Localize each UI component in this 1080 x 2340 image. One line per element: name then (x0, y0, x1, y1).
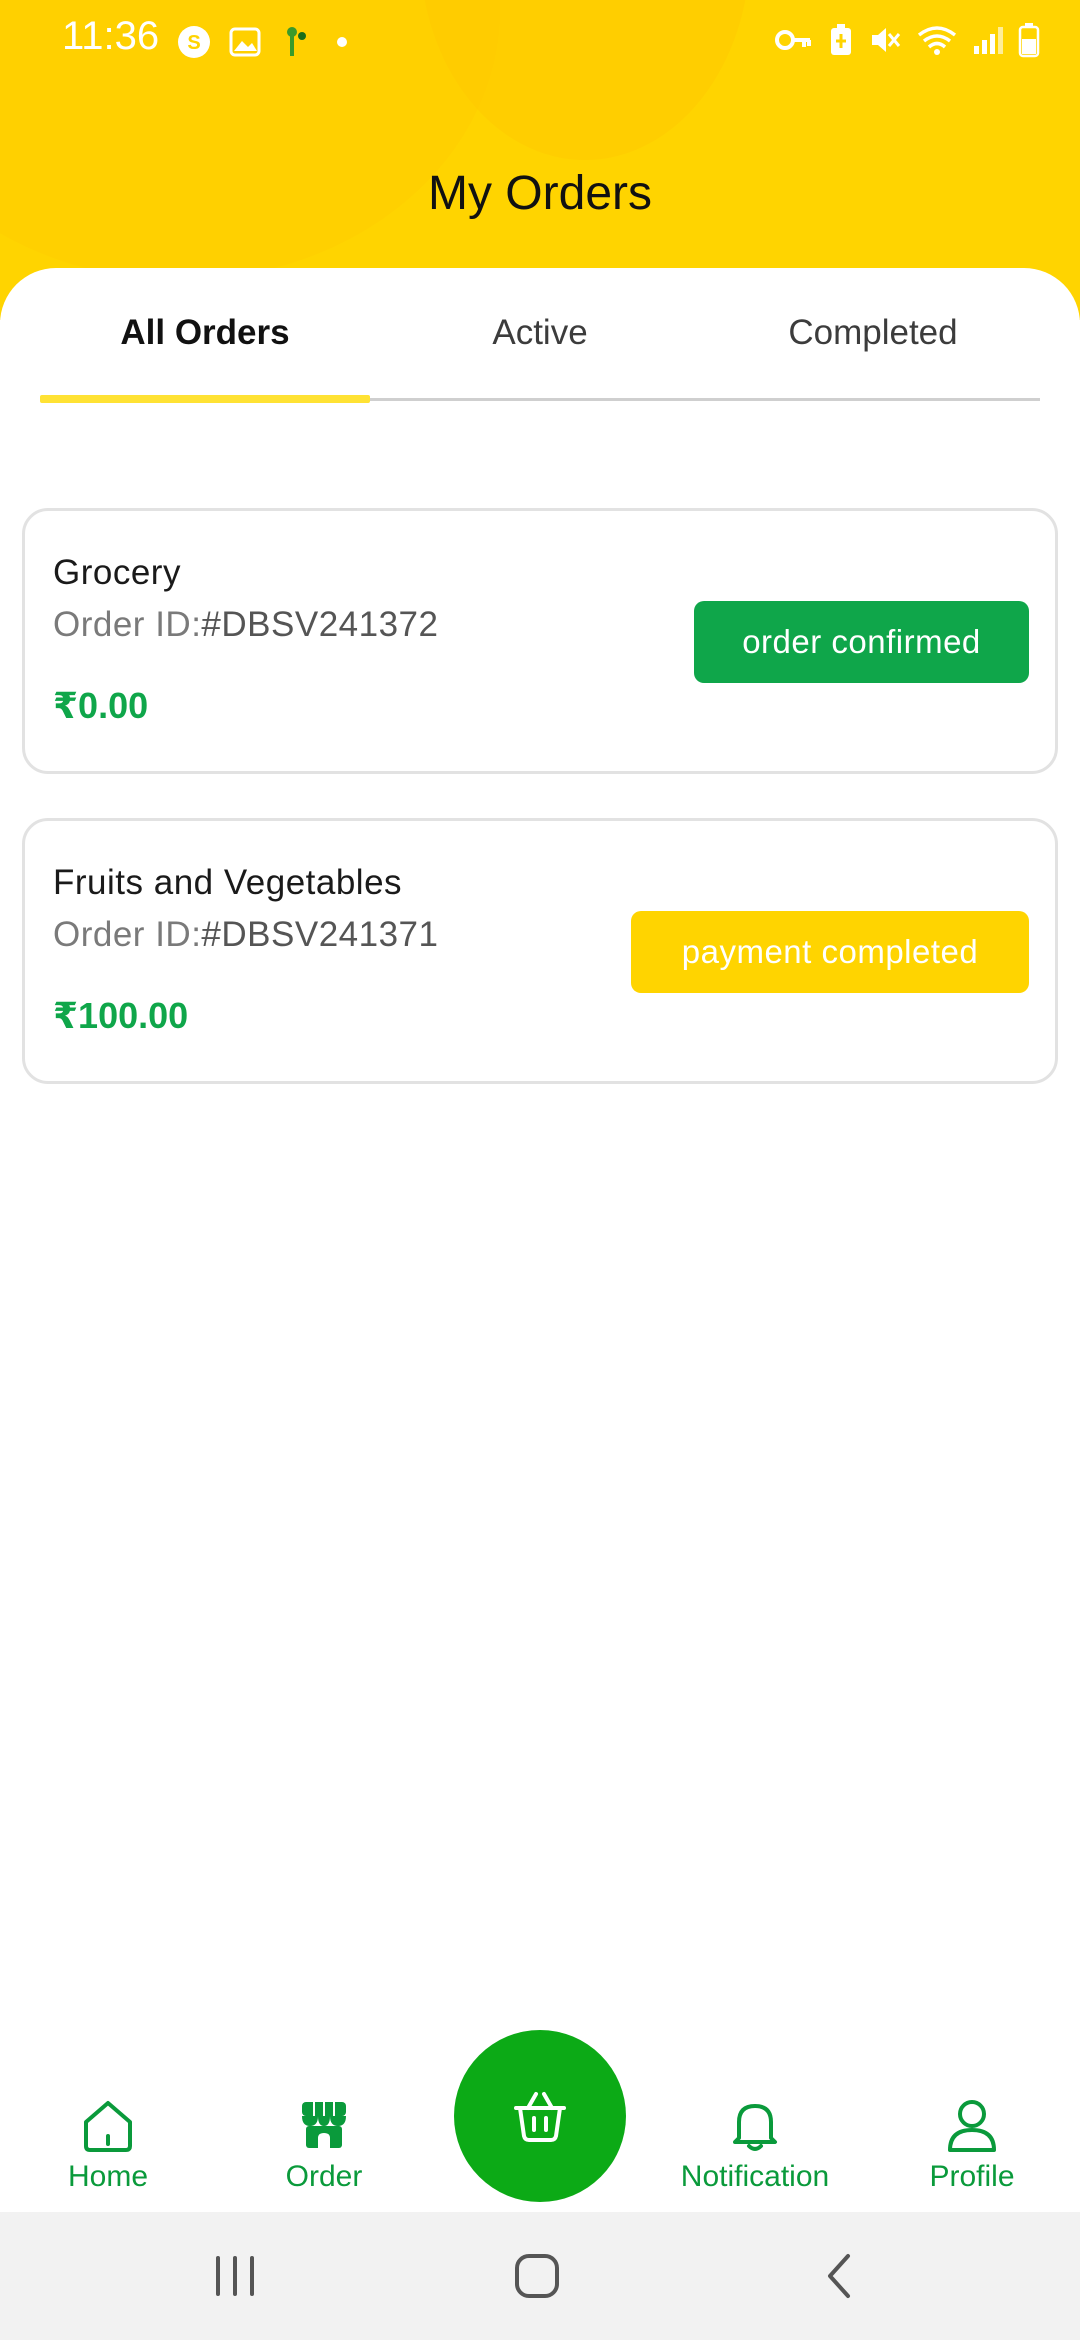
gallery-icon (229, 27, 261, 57)
nav-profile-label: Profile (929, 2160, 1015, 2193)
vpn-key-icon (775, 30, 811, 50)
skype-icon: S (178, 26, 210, 58)
mute-icon (872, 28, 901, 52)
order-card[interactable]: Fruits and Vegetables Order ID:#DBSV2413… (22, 818, 1058, 1084)
status-left-icons: S (176, 22, 350, 62)
order-id-label: Order ID: (53, 915, 202, 954)
order-id-value: #DBSV241372 (201, 605, 439, 644)
battery-saver-icon (831, 24, 851, 55)
nav-order-label: Order (285, 2160, 363, 2193)
order-tabs: All Orders Active Completed (40, 268, 1040, 404)
app-icon (287, 27, 306, 56)
status-right-icons (774, 22, 1040, 58)
nav-profile[interactable]: Profile (872, 2096, 1072, 2194)
signal-icon (974, 27, 1003, 54)
dot-icon (337, 37, 347, 47)
order-id: Order ID:#DBSV241372 (53, 605, 439, 645)
my-orders-screen: 11:36 S My Orders All Orders Active Comp… (0, 0, 1080, 2340)
bell-icon (733, 2104, 777, 2151)
tab-completed[interactable]: Completed (708, 268, 1038, 398)
page-title: My Orders (427, 167, 652, 220)
cart-fab-button[interactable] (454, 2030, 626, 2202)
order-category: Grocery (53, 553, 181, 592)
home-button-icon[interactable] (512, 2252, 562, 2300)
store-icon (302, 2102, 346, 2148)
battery-icon (1018, 23, 1040, 58)
active-tab-indicator (40, 395, 370, 403)
order-id-label: Order ID: (53, 605, 202, 644)
nav-notification-label: Notification (680, 2160, 830, 2193)
nav-notification[interactable]: Notification (655, 2096, 855, 2194)
order-amount: ₹0.00 (53, 685, 149, 726)
order-status-badge: payment completed (631, 911, 1029, 993)
recent-apps-icon[interactable] (212, 2252, 258, 2300)
nav-home[interactable]: Home (8, 2096, 208, 2194)
tab-all-orders[interactable]: All Orders (40, 268, 370, 398)
order-amount: ₹100.00 (53, 995, 189, 1036)
status-time: 11:36 (62, 14, 160, 58)
system-navigation-bar (0, 2212, 1080, 2340)
home-icon (84, 2101, 132, 2152)
status-bar: 11:36 S (0, 0, 1080, 82)
wifi-icon (917, 26, 957, 55)
svg-text:S: S (187, 32, 200, 54)
order-id-value: #DBSV241371 (201, 915, 439, 954)
nav-order[interactable]: Order (224, 2096, 424, 2194)
tab-active[interactable]: Active (375, 268, 705, 398)
nav-home-label: Home (67, 2160, 149, 2193)
person-icon (948, 2100, 996, 2152)
basket-icon (514, 2092, 566, 2142)
back-icon[interactable] (822, 2252, 858, 2300)
order-id: Order ID:#DBSV241371 (53, 915, 439, 955)
order-card[interactable]: Grocery Order ID:#DBSV241372 ₹0.00 order… (22, 508, 1058, 774)
order-status-badge: order confirmed (694, 601, 1029, 683)
order-category: Fruits and Vegetables (53, 863, 403, 902)
